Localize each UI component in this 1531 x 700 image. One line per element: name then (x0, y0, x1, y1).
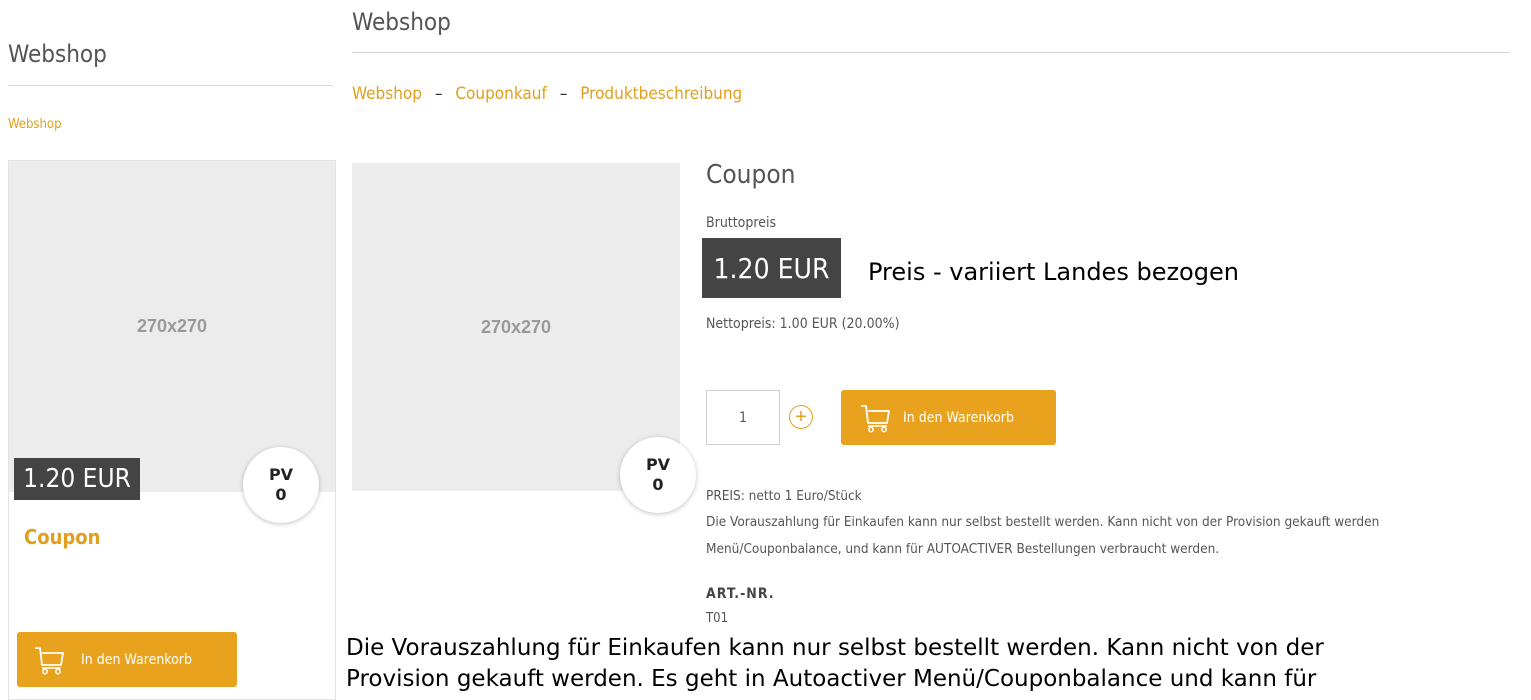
breadcrumb-couponkauf[interactable]: Couponkauf (455, 84, 547, 104)
cart-button-label: In den Warenkorb (903, 409, 1014, 426)
product-pv-value: 0 (652, 475, 664, 494)
breadcrumb-produktbeschreibung[interactable]: Produktbeschreibung (580, 84, 742, 104)
product-pv-badge: PV 0 (620, 437, 696, 513)
page-title: Webshop (352, 8, 451, 36)
sidebar-product-image[interactable]: 270x270 (9, 161, 335, 492)
sidebar-link-webshop[interactable]: Webshop (8, 117, 62, 132)
product-pv-label: PV (645, 455, 671, 474)
cart-icon (33, 645, 67, 675)
sidebar-add-to-cart-button[interactable]: In den Warenkorb (17, 632, 237, 687)
sidebar-pv-value: 0 (275, 485, 287, 504)
net-price: Nettopreis: 1.00 EUR (20.00%) (706, 316, 900, 332)
breadcrumb-webshop[interactable]: Webshop (352, 84, 422, 104)
overlay-line-1: Die Vorauszahlung für Einkaufen kann nur… (346, 635, 1324, 661)
sidebar-product-name[interactable]: Coupon (24, 525, 100, 549)
sidebar-price-tag: 1.20 EUR (14, 458, 140, 500)
sidebar-image-label: 270x270 (136, 316, 208, 336)
overlay-annotation: Die Vorauszahlung für Einkaufen kann nur… (342, 633, 1531, 695)
description-line-2: Die Vorauszahlung für Einkaufen kann nur… (706, 514, 1380, 530)
product-title: Coupon (706, 160, 796, 190)
sidebar-price: 1.20 EUR (23, 464, 131, 494)
plus-circle-icon[interactable]: + (789, 405, 813, 429)
gross-price-label: Bruttopreis (706, 215, 777, 231)
breadcrumb-separator: – (434, 84, 443, 104)
product-image[interactable]: 270x270 (352, 163, 680, 491)
article-number-label: ART.-NR. (706, 586, 775, 602)
product-image-label: 270x270 (480, 316, 552, 337)
sidebar-pv-badge: PV 0 (243, 447, 319, 523)
quantity-input[interactable]: 1 (706, 390, 780, 445)
sidebar-divider (8, 85, 333, 86)
cart-icon (859, 403, 893, 433)
add-to-cart-button[interactable]: In den Warenkorb (841, 390, 1056, 445)
breadcrumb: Webshop – Couponkauf – Produktbeschreibu… (352, 84, 742, 104)
breadcrumb-separator: – (559, 84, 568, 104)
description-line-3: Menü/Couponbalance, und kann für AUTOACT… (706, 541, 1220, 557)
product-price: 1.20 EUR (713, 251, 830, 285)
price-annotation: Preis - variiert Landes bezogen (868, 258, 1239, 286)
description-line-1: PREIS: netto 1 Euro/Stück (706, 488, 862, 504)
sidebar-title: Webshop (8, 40, 107, 68)
page-title-divider (352, 52, 1510, 53)
sidebar-cart-button-label: In den Warenkorb (81, 651, 192, 668)
sidebar-pv-label: PV (268, 465, 294, 484)
overlay-line-2: Provision gekauft werden. Es geht in Aut… (346, 666, 1317, 692)
product-price-tag: 1.20 EUR (702, 238, 841, 298)
article-number-value: T01 (706, 611, 729, 626)
